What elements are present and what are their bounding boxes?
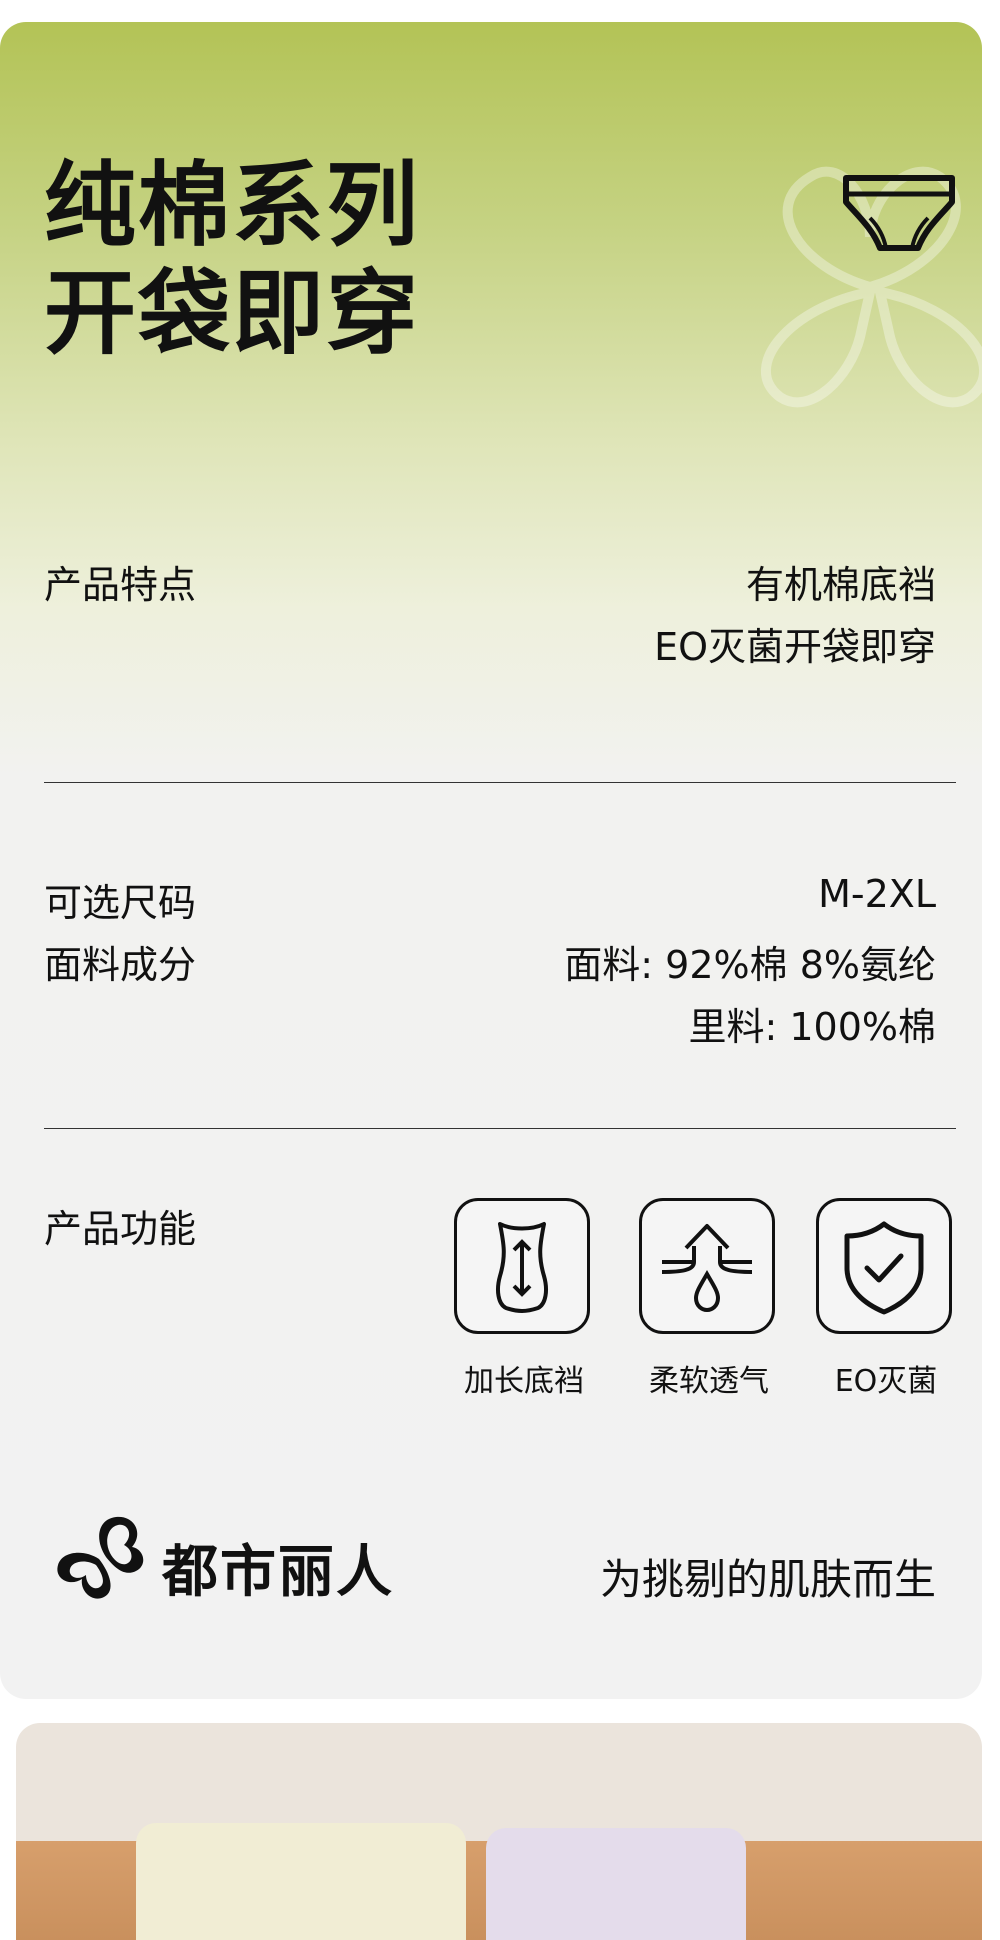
- briefs-icon: [843, 175, 955, 251]
- clover-logo-icon: [57, 1516, 144, 1599]
- garment-lavender: [486, 1828, 746, 1940]
- title-line-1: 纯棉系列: [44, 152, 421, 259]
- product-photo: [16, 1723, 982, 1940]
- features-label: 产品特点: [44, 563, 197, 607]
- divider: [44, 782, 956, 783]
- garment-cream: [136, 1823, 466, 1940]
- title-line-2: 开袋即穿: [44, 260, 421, 367]
- function-label: 加长底裆: [464, 1364, 584, 1399]
- function-item: EO灭菌: [816, 1198, 956, 1400]
- product-info-card: 纯棉系列 开袋即穿 产品特点 有机棉底裆 EO灭菌开袋即穿 可选尺码 M-2XL…: [0, 22, 982, 1699]
- clover-watermark-icon: [761, 166, 982, 408]
- size-value: M-2XL: [818, 872, 936, 916]
- fabric-value-outer: 面料: 92%棉 8%氨纶: [564, 943, 936, 987]
- feature-value-1: 有机棉底裆: [745, 563, 936, 607]
- brand-name: 都市丽人: [162, 1540, 394, 1605]
- fabric-value-lining: 里料: 100%棉: [688, 1005, 936, 1049]
- page-title: 纯棉系列 开袋即穿: [44, 152, 420, 368]
- brand-slogan: 为挑剔的肌肤而生: [599, 1555, 936, 1604]
- function-label: 柔软透气: [649, 1364, 769, 1399]
- function-label: EO灭菌: [834, 1364, 938, 1399]
- functions-label: 产品功能: [44, 1207, 197, 1251]
- breathable-icon: [661, 1224, 753, 1313]
- function-item: 加长底裆: [454, 1198, 594, 1400]
- divider: [44, 1128, 956, 1129]
- fabric-label: 面料成分: [44, 943, 197, 987]
- brand-logo: 都市丽人: [44, 1509, 392, 1605]
- lengthened-crotch-icon: [496, 1222, 548, 1313]
- shield-check-icon: [844, 1221, 924, 1315]
- feature-value-2: EO灭菌开袋即穿: [654, 625, 936, 669]
- size-label: 可选尺码: [44, 881, 197, 925]
- function-item: 柔软透气: [639, 1198, 779, 1400]
